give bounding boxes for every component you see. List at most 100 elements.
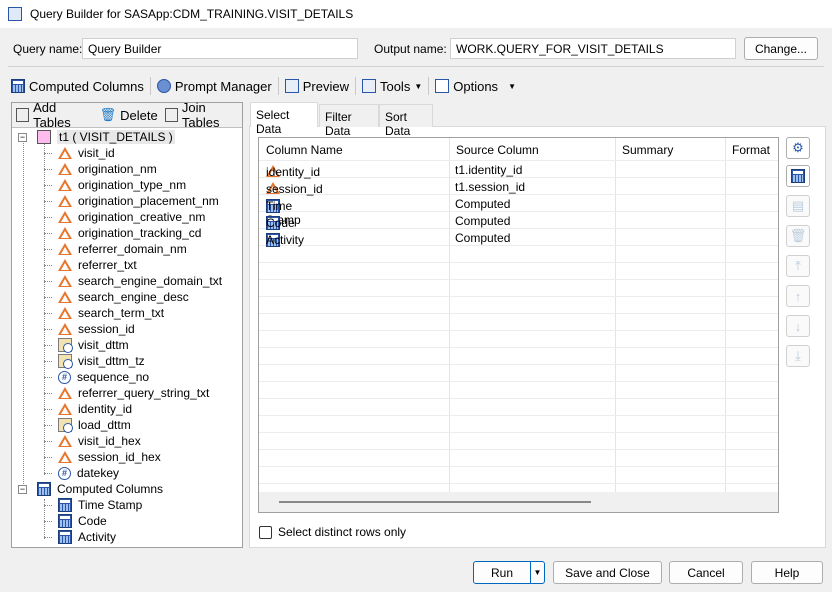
tree-connector [44,472,52,474]
tree-column-item[interactable]: origination_placement_nm [44,193,219,209]
column-header[interactable]: Column Name [266,143,343,157]
tree-connector [44,296,52,298]
tab-filter-data[interactable]: Filter Data [319,104,379,138]
tree-column-item[interactable]: origination_creative_nm [44,209,205,225]
preview-icon [284,79,299,93]
tree-column-item[interactable]: visit_dttm_tz [44,353,145,369]
calculator-icon [791,169,805,183]
edit-column-button[interactable]: ▤ [786,195,810,217]
column-header[interactable]: Format [732,143,770,157]
table-row[interactable] [259,450,778,467]
output-name-input[interactable]: WORK.QUERY_FOR_VISIT_DETAILS [450,38,736,59]
run-button[interactable]: Run ▼ [473,561,545,584]
tree-column-item[interactable]: referrer_query_string_txt [44,385,209,401]
tree-node-computed-columns[interactable]: − Computed Columns [18,481,163,497]
tree-node-table[interactable]: − t1 ( VISIT_DETAILS ) [18,129,175,145]
scrollbar-thumb[interactable] [279,501,591,503]
horizontal-scrollbar[interactable] [259,492,778,512]
join-tables-button[interactable]: Join Tables [164,100,242,130]
tools-icon [361,79,376,93]
tree-connector [44,216,52,218]
tree-connector [44,152,52,154]
cancel-button[interactable]: Cancel [669,561,743,584]
move-top-button[interactable]: ⤒ [786,255,810,277]
tree-column-item[interactable]: referrer_domain_nm [44,241,187,257]
table-row[interactable]: Code Computed [259,212,778,230]
table-row[interactable] [259,314,778,331]
tree-column-item[interactable]: search_term_txt [44,305,164,321]
move-up-button[interactable]: ↑ [786,285,810,307]
preview-button[interactable]: Preview [284,75,349,97]
table-row[interactable]: identity_id t1.identity_id [259,161,778,179]
column-header[interactable]: Source Column [456,143,539,157]
table-row[interactable] [259,348,778,365]
tree-column-item[interactable]: origination_tracking_cd [44,225,201,241]
trash-icon: 🗑 [789,228,807,243]
tree-column-item[interactable]: origination_type_nm [44,177,186,193]
select-data-grid: Column Name Source Column Summary Format ide… [258,137,779,513]
query-builder-icon [8,7,22,21]
table-row[interactable]: Activity Computed [259,229,778,247]
tree-column-item[interactable]: identity_id [44,401,132,417]
tree-column-item[interactable]: session_id_hex [44,449,161,465]
tree-connector [44,184,52,186]
delete-column-button[interactable]: 🗑 [786,225,810,247]
options-menu[interactable]: Options ▼ [435,75,516,97]
table-row[interactable] [259,263,778,280]
table-row[interactable] [259,433,778,450]
computed-column-button[interactable] [786,165,810,187]
table-row[interactable] [259,331,778,348]
delete-button[interactable]: 🗑 Delete [100,104,158,126]
prompt-manager-button[interactable]: Prompt Manager [156,75,272,97]
table-row[interactable] [259,297,778,314]
tree-column-item[interactable]: visit_id [44,145,115,161]
save-and-close-button[interactable]: Save and Close [553,561,662,584]
tree-computed-item[interactable]: Time Stamp [44,497,142,513]
tree-connector [44,360,52,362]
character-column-icon [58,259,72,271]
tree-connector [44,408,52,410]
column-header[interactable]: Summary [622,143,673,157]
tree-column-item[interactable]: search_engine_domain_txt [44,273,222,289]
tools-menu[interactable]: Tools ▼ [361,75,422,97]
move-down-button[interactable]: ↓ [786,315,810,337]
tree-column-item[interactable]: visit_dttm [44,337,129,353]
collapse-icon[interactable]: − [18,484,27,494]
table-row[interactable] [259,382,778,399]
collapse-icon[interactable]: − [18,132,27,142]
tab-select-data[interactable]: Select Data [250,102,318,136]
tree-column-item[interactable]: visit_id_hex [44,433,141,449]
tree-column-item[interactable]: search_engine_desc [44,289,189,305]
tree-connector [44,440,52,442]
help-button[interactable]: Help [751,561,823,584]
table-row[interactable] [259,365,778,382]
tree-column-item[interactable]: load_dttm [44,417,131,433]
tree-column-item[interactable]: # sequence_no [44,369,149,385]
tree-column-item[interactable]: session_id [44,321,135,337]
table-row[interactable] [259,467,778,484]
change-button[interactable]: Change... [744,37,818,60]
character-column-icon [58,275,72,287]
datetime-column-icon [58,418,73,433]
table-row[interactable]: session_id t1.session_id [259,178,778,196]
checkbox[interactable] [259,525,272,539]
query-name-input[interactable]: Query Builder [82,38,358,59]
tree-computed-item[interactable]: Code [44,513,107,529]
table-row[interactable] [259,416,778,433]
tree-column-item[interactable]: origination_nm [44,161,157,177]
run-dropdown-icon[interactable]: ▼ [530,562,544,583]
tree-connector [44,264,52,266]
table-row[interactable] [259,246,778,263]
tree-column-item[interactable]: referrer_txt [44,257,137,273]
move-bottom-button[interactable]: ⤓ [786,345,810,367]
add-tables-button[interactable]: Add Tables [16,100,93,130]
tab-sort-data[interactable]: Sort Data [379,104,433,138]
table-row[interactable]: Time Stamp Computed [259,195,778,227]
distinct-rows-checkbox[interactable]: Select distinct rows only [259,525,406,539]
tree-computed-item[interactable]: Activity [44,529,116,545]
table-row[interactable] [259,399,778,416]
computed-columns-button[interactable]: Computed Columns [11,75,144,97]
table-row[interactable] [259,280,778,297]
tree-column-item[interactable]: # datekey [44,465,119,481]
add-column-button[interactable]: ⚙ [786,137,810,159]
